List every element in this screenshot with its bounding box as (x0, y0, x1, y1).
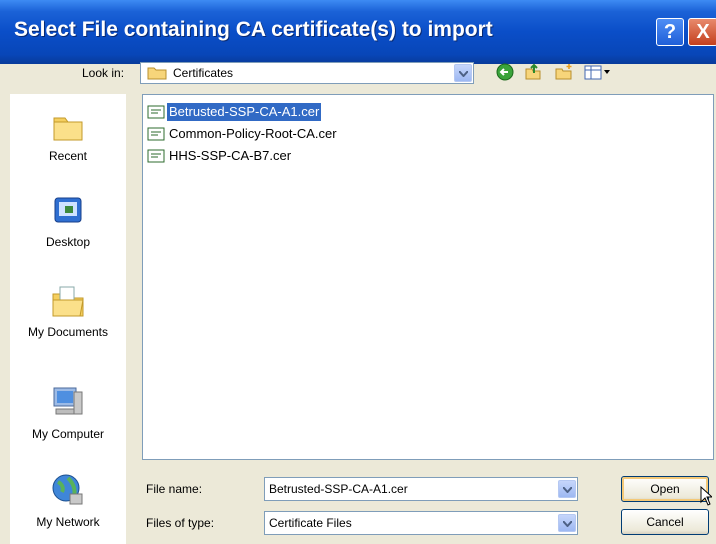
place-my-network[interactable]: My Network (10, 472, 126, 529)
places-bar: Recent Desktop My Documents My Computer … (10, 94, 126, 544)
place-label-my-computer: My Computer (31, 427, 105, 441)
file-name-text: Common-Policy-Root-CA.cer (169, 126, 337, 141)
open-button[interactable]: Open (621, 476, 709, 502)
back-icon[interactable] (496, 63, 514, 84)
recent-icon (10, 110, 126, 145)
new-folder-icon[interactable] (554, 63, 574, 84)
file-list[interactable]: Betrusted-SSP-CA-A1.cer Common-Policy-Ro… (142, 94, 714, 460)
place-label-my-documents: My Documents (27, 325, 109, 339)
files-of-type-value: Certificate Files (269, 516, 352, 530)
place-my-documents[interactable]: My Documents (10, 284, 126, 339)
mouse-pointer-icon (700, 485, 714, 509)
files-of-type-combo[interactable]: Certificate Files (264, 511, 578, 535)
close-button[interactable]: X (688, 18, 716, 46)
place-recent[interactable]: Recent (10, 110, 126, 163)
file-name-input[interactable]: Betrusted-SSP-CA-A1.cer (269, 482, 408, 496)
window-title: Select File containing CA certificate(s)… (14, 18, 493, 41)
place-my-computer[interactable]: My Computer (10, 384, 126, 441)
file-name-dropdown-arrow[interactable] (558, 480, 576, 498)
title-bar: Select File containing CA certificate(s)… (0, 0, 716, 64)
file-name-combo[interactable]: Betrusted-SSP-CA-A1.cer (264, 477, 578, 501)
place-label-my-network: My Network (36, 515, 100, 529)
file-name-text: HHS-SSP-CA-B7.cer (169, 148, 292, 163)
look-in-dropdown-arrow[interactable] (454, 64, 472, 82)
file-name-label: File name: (146, 482, 203, 496)
files-of-type-dropdown-arrow[interactable] (558, 514, 576, 532)
certificate-file-icon (147, 127, 165, 144)
desktop-icon (10, 194, 126, 231)
certificate-file-icon (147, 149, 165, 166)
place-label-recent: Recent (48, 149, 88, 163)
file-name-text: Betrusted-SSP-CA-A1.cer (167, 103, 322, 121)
look-in-value: Certificates (173, 66, 234, 80)
place-label-desktop: Desktop (45, 235, 91, 249)
place-desktop[interactable]: Desktop (10, 194, 126, 249)
cancel-button[interactable]: Cancel (621, 509, 709, 535)
certificate-file-icon (147, 105, 165, 122)
up-folder-icon[interactable] (524, 63, 542, 84)
look-in-combo[interactable]: Certificates (140, 62, 474, 84)
my-computer-icon (10, 384, 126, 423)
views-menu-icon[interactable] (584, 63, 612, 84)
folder-icon (147, 66, 167, 83)
my-documents-icon (10, 284, 126, 321)
look-in-label: Look in: (82, 66, 125, 80)
my-network-icon (10, 472, 126, 511)
files-of-type-label: Files of type: (146, 516, 215, 530)
help-button[interactable]: ? (656, 18, 684, 46)
